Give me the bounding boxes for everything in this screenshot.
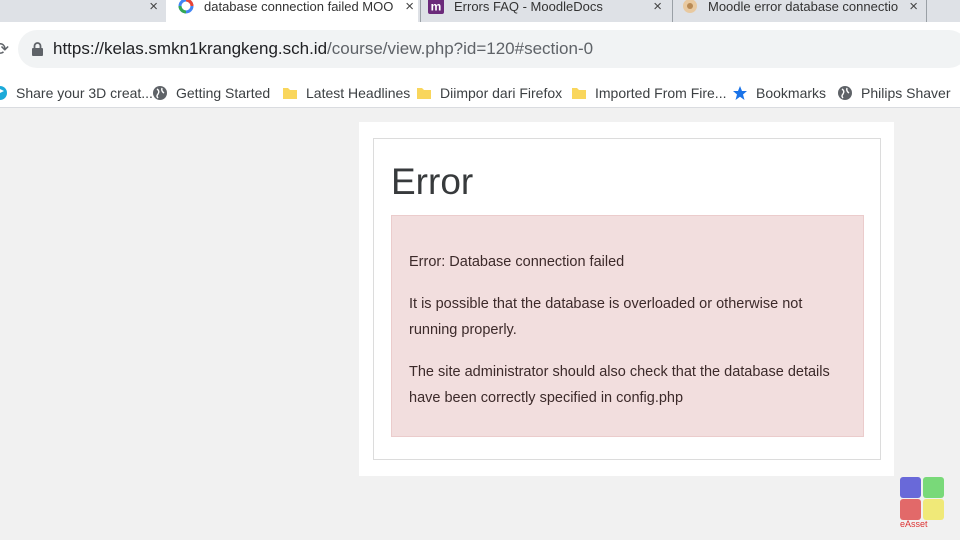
bookmark-label: Getting Started bbox=[176, 85, 271, 101]
globe-icon bbox=[153, 86, 167, 100]
address-bar[interactable]: https://kelas.smkn1krangkeng.sch.id/cour… bbox=[18, 30, 960, 68]
easset-logo bbox=[899, 476, 945, 522]
bookmark-label: Bookmarks bbox=[756, 85, 827, 101]
sketchfab-icon bbox=[0, 86, 7, 100]
close-icon[interactable]: × bbox=[909, 0, 918, 15]
svg-text:m: m bbox=[431, 0, 442, 14]
tab-label: database connection failed MOODLE bbox=[204, 0, 394, 14]
tab-label: Moodle error database connection failed bbox=[708, 0, 898, 14]
close-icon[interactable]: × bbox=[653, 0, 662, 15]
bookmark-imported-firefox[interactable]: Imported From Fire... bbox=[571, 83, 726, 103]
close-icon[interactable]: × bbox=[149, 0, 158, 15]
moodle-icon: m bbox=[428, 0, 444, 14]
bookmark-label: Philips Shaver bbox=[861, 85, 951, 101]
error-explanation: It is possible that the database is over… bbox=[409, 296, 803, 338]
globe-icon bbox=[838, 86, 852, 100]
star-icon bbox=[733, 86, 747, 100]
bookmark-philips-shaver[interactable]: Philips Shaver bbox=[837, 83, 951, 103]
bookmark-label: Share your 3D creat... bbox=[16, 85, 153, 101]
browser-toolbar: ⟳ https://kelas.smkn1krangkeng.sch.id/co… bbox=[0, 22, 960, 78]
tab-separator bbox=[672, 0, 673, 22]
bookmark-label: Latest Headlines bbox=[306, 85, 411, 101]
tab-database-connection[interactable]: database connection failed MOODLE × bbox=[166, 0, 418, 22]
reload-icon[interactable]: ⟳ bbox=[0, 39, 9, 60]
folder-icon bbox=[572, 88, 586, 99]
tab-separator bbox=[420, 0, 421, 22]
folder-icon bbox=[283, 88, 297, 99]
previous-tab-close[interactable]: × bbox=[136, 0, 166, 22]
tab-separator bbox=[926, 0, 927, 22]
watermark-text: eAsset bbox=[900, 519, 928, 529]
site-icon bbox=[683, 0, 697, 13]
tab-label: Errors FAQ - MoodleDocs bbox=[454, 0, 603, 14]
close-icon[interactable]: × bbox=[405, 0, 414, 15]
tab-errors-faq[interactable]: m Errors FAQ - MoodleDocs × bbox=[428, 0, 668, 22]
bookmark-bookmarks[interactable]: Bookmarks bbox=[732, 83, 826, 103]
bookmark-latest-headlines[interactable]: Latest Headlines bbox=[282, 83, 410, 103]
page-content: Error Error: Database connection failed … bbox=[359, 122, 894, 476]
url-path: /course/view.php?id=120#section-0 bbox=[327, 39, 594, 58]
url-host: https://kelas.smkn1krangkeng.sch.id bbox=[53, 39, 328, 58]
bookmark-diimpor-firefox[interactable]: Diimpor dari Firefox bbox=[416, 83, 562, 103]
tab-strip: × database connection failed MOODLE × m … bbox=[0, 0, 960, 22]
bookmark-share-3d[interactable]: Share your 3D creat... bbox=[0, 83, 153, 103]
error-alert: Error: Database connection failed It is … bbox=[391, 215, 864, 437]
google-icon bbox=[178, 0, 194, 14]
error-admin-hint: The site administrator should also check… bbox=[409, 364, 830, 406]
error-message: Error: Database connection failed bbox=[409, 254, 625, 270]
bookmark-label: Diimpor dari Firefox bbox=[440, 85, 563, 101]
error-card: Error Error: Database connection failed … bbox=[373, 138, 881, 460]
tab-moodle-error[interactable]: Moodle error database connection failed … bbox=[682, 0, 922, 22]
url-text[interactable]: https://kelas.smkn1krangkeng.sch.id/cour… bbox=[53, 39, 593, 59]
lock-icon[interactable] bbox=[32, 42, 43, 56]
page-title: Error bbox=[391, 161, 474, 202]
bookmark-label: Imported From Fire... bbox=[595, 85, 727, 101]
bookmarks-bar: Share your 3D creat... Getting Started L… bbox=[0, 78, 960, 108]
bookmark-getting-started[interactable]: Getting Started bbox=[152, 83, 270, 103]
folder-icon bbox=[417, 88, 431, 99]
